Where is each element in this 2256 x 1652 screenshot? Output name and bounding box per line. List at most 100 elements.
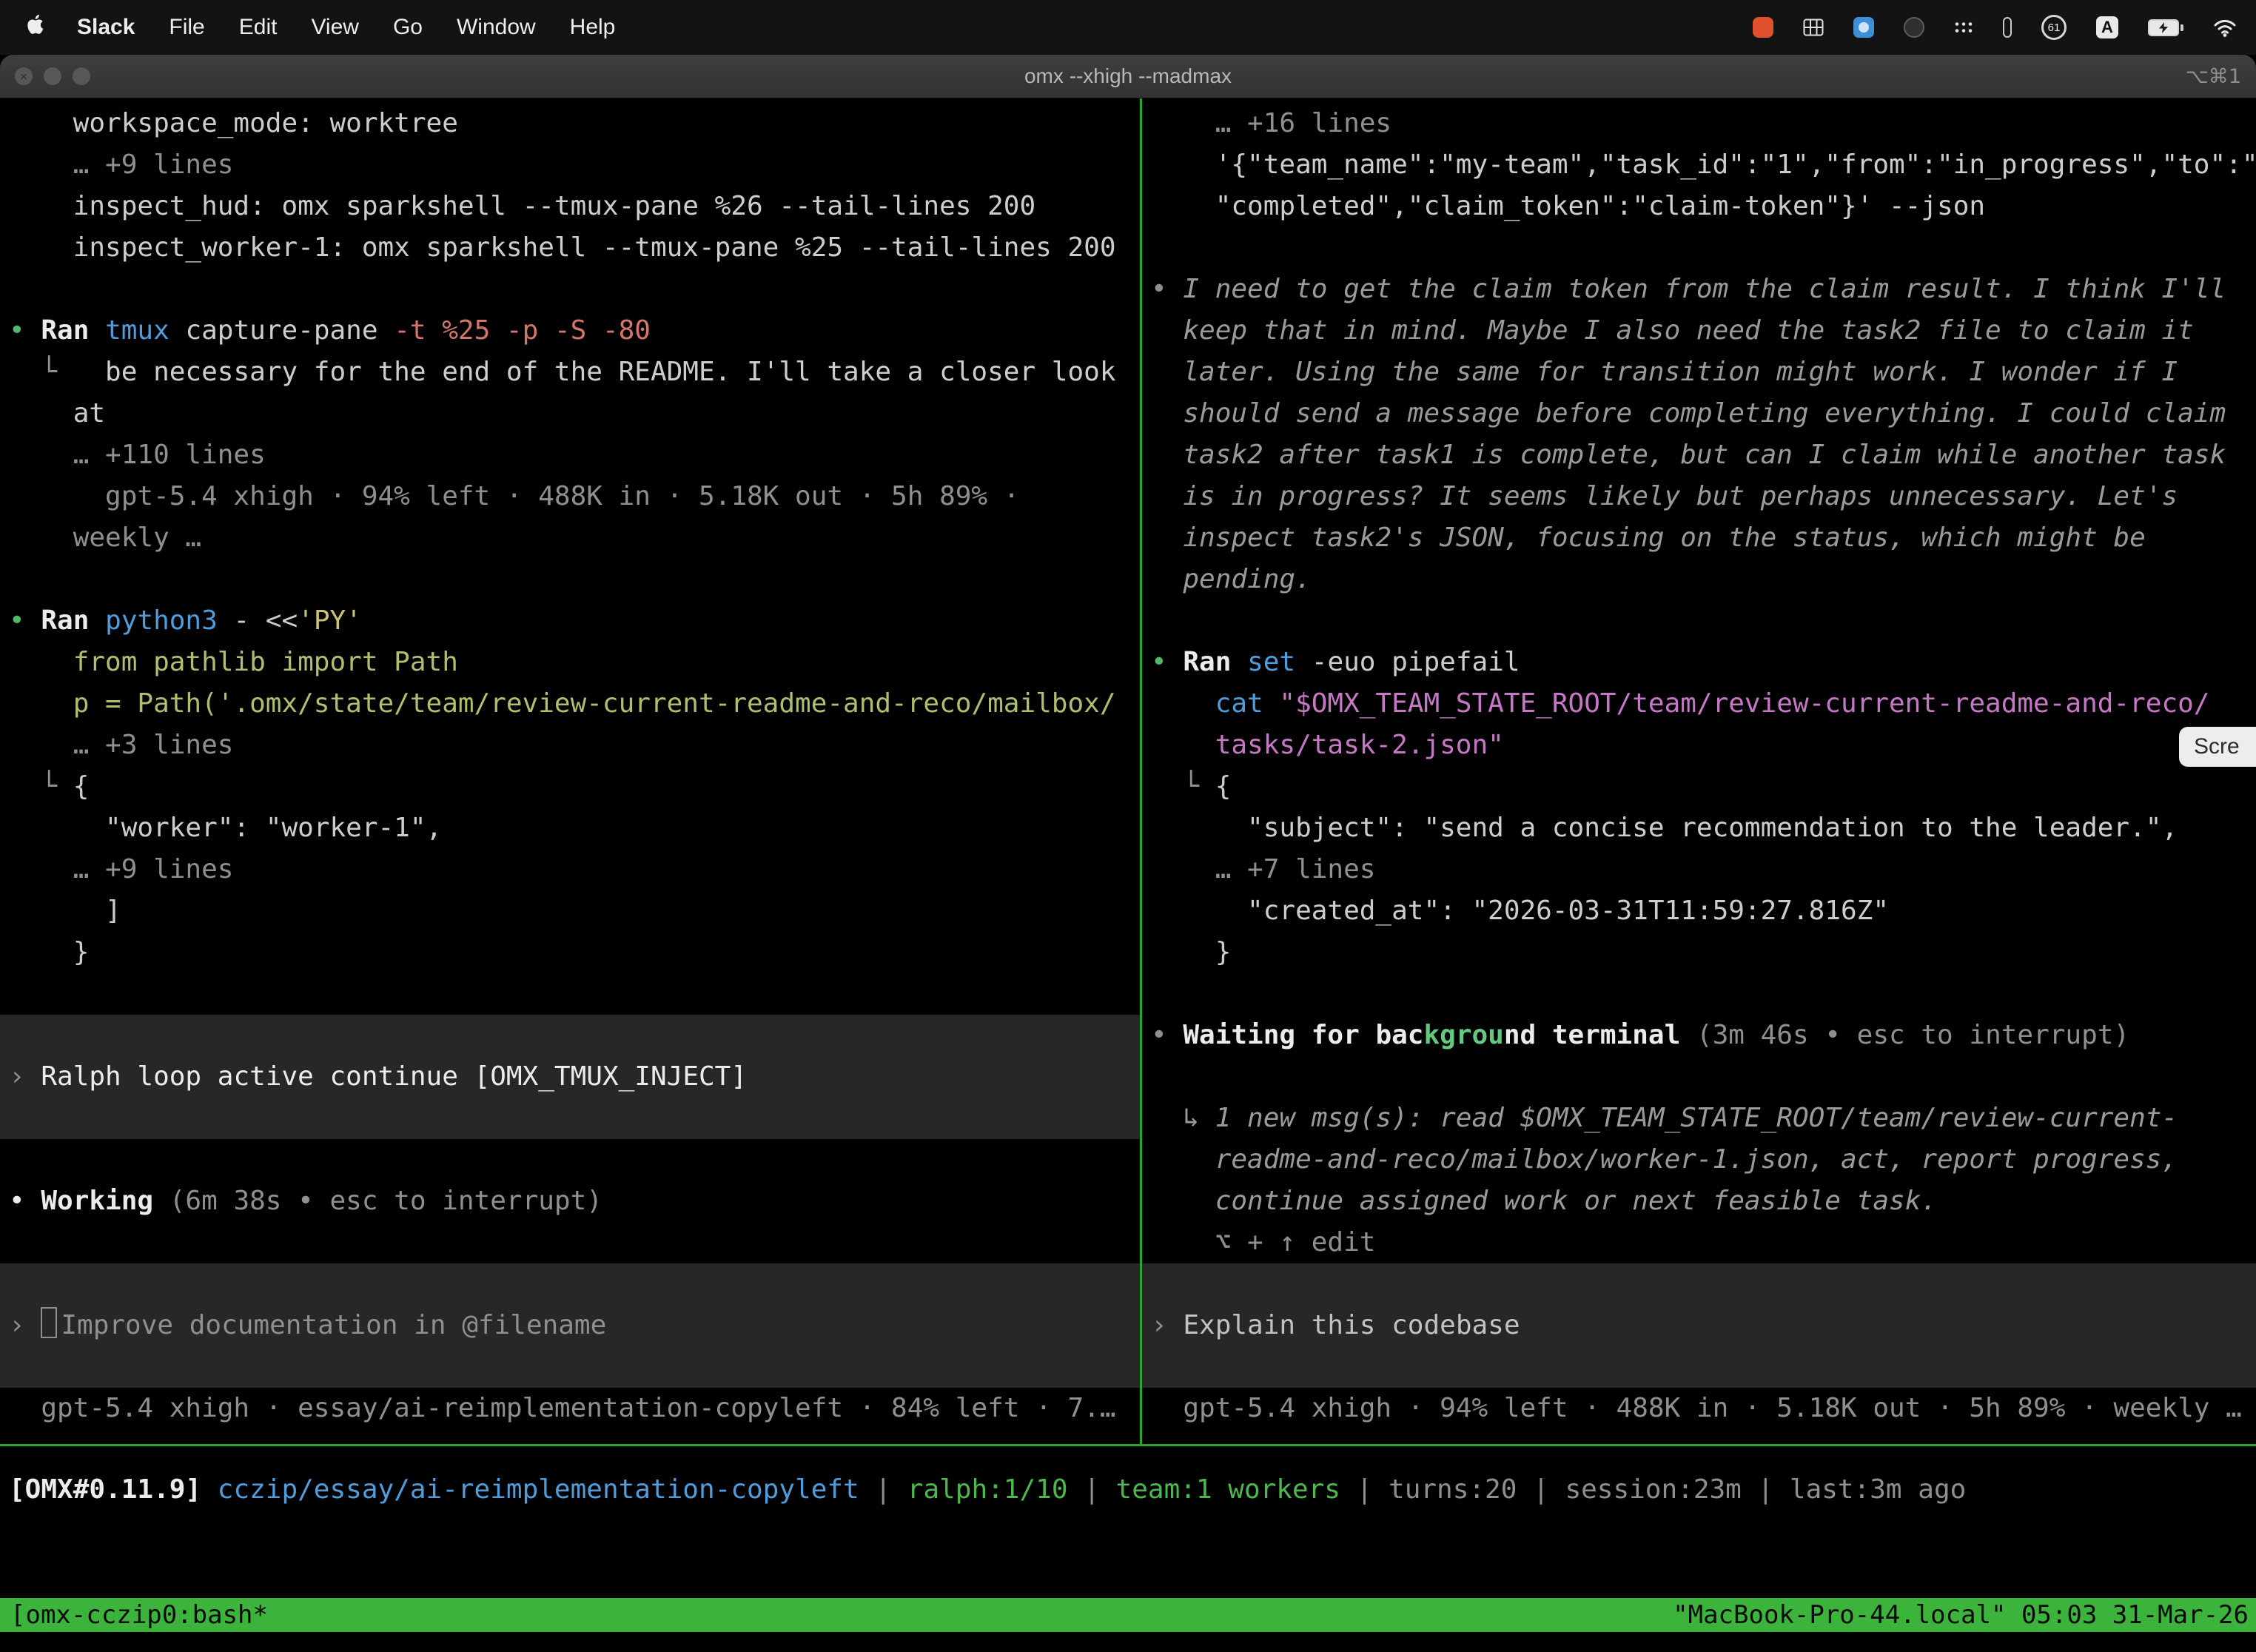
terminal-line xyxy=(0,269,1140,310)
terminal-line: inspect_hud: omx sparkshell --tmux-pane … xyxy=(0,186,1140,227)
terminal-line xyxy=(0,1098,1140,1139)
grid-icon[interactable] xyxy=(1803,19,1824,36)
composer-input[interactable]: › Improve documentation in @filename xyxy=(0,1305,1140,1346)
menu-go[interactable]: Go xyxy=(393,15,423,40)
terminal-line: … +16 lines xyxy=(1142,103,2256,144)
battery-icon[interactable] xyxy=(2148,19,2183,36)
menu-bar: Slack File Edit View Go Window Help 61 A xyxy=(0,0,2256,55)
terminal-line xyxy=(0,1139,1140,1181)
terminal-pane-right[interactable]: … +16 lines '{"team_name":"my-team","tas… xyxy=(1142,98,2256,1443)
terminal-line: • Ran set -euo pipefail xyxy=(1142,642,2256,683)
terminal-line: } xyxy=(1142,932,2256,973)
input-source-icon[interactable]: A xyxy=(2096,16,2118,38)
window-titlebar[interactable]: × omx --xhigh --madmax ⌥⌘1 xyxy=(0,55,2256,98)
terminal-line xyxy=(1142,1263,2256,1305)
terminal-line: '{"team_name":"my-team","task_id":"1","f… xyxy=(1142,144,2256,186)
composer-input[interactable]: › Explain this codebase xyxy=(1142,1305,2256,1346)
minimize-button[interactable] xyxy=(44,67,61,85)
terminal-line: └ { xyxy=(1142,766,2256,807)
terminal-line: "subject": "send a concise recommendatio… xyxy=(1142,807,2256,849)
window-title: omx --xhigh --madmax xyxy=(0,64,2256,88)
blue-app-icon[interactable] xyxy=(1853,17,1874,38)
terminal-line: "created_at": "2026-03-31T11:59:27.816Z" xyxy=(1142,890,2256,932)
terminal-line: continue assigned work or next feasible … xyxy=(1142,1181,2256,1222)
terminal-line: … +3 lines xyxy=(0,725,1140,766)
terminal-line xyxy=(1142,1346,2256,1388)
wifi-icon[interactable] xyxy=(2213,19,2237,37)
terminal-line: • Waiting for background terminal (3m 46… xyxy=(1142,1015,2256,1056)
apple-menu[interactable] xyxy=(27,13,46,41)
apple-logo-icon xyxy=(27,13,46,41)
slim-app-icon[interactable] xyxy=(2003,17,2012,38)
terminal-content: workspace_mode: worktree … +9 lines insp… xyxy=(0,98,2256,1652)
battery-gauge-value: 61 xyxy=(2048,21,2061,34)
terminal-line: gpt-5.4 xhigh · 94% left · 488K in · 5.1… xyxy=(0,476,1140,517)
terminal-line xyxy=(0,1015,1140,1056)
menu-file[interactable]: File xyxy=(169,15,204,40)
tmux-horizontal-divider[interactable] xyxy=(0,1444,2256,1446)
terminal-line: readme-and-reco/mailbox/worker-1.json, a… xyxy=(1142,1139,2256,1181)
terminal-line: "worker": "worker-1", xyxy=(0,807,1140,849)
terminal-line: inspect_worker-1: omx sparkshell --tmux-… xyxy=(0,227,1140,269)
terminal-line: … +7 lines xyxy=(1142,849,2256,890)
menu-window[interactable]: Window xyxy=(457,15,536,40)
terminal-line: • I need to get the claim token from the… xyxy=(1142,269,2256,310)
terminal-line: inspect task2's JSON, focusing on the st… xyxy=(1142,517,2256,559)
terminal-line: … +110 lines xyxy=(0,434,1140,476)
terminal-line: gpt-5.4 xhigh · 94% left · 488K in · 5.1… xyxy=(1142,1388,2256,1429)
dots-grid-icon[interactable] xyxy=(1954,21,1973,34)
terminal-line xyxy=(0,973,1140,1015)
input-source-label: A xyxy=(2101,18,2113,37)
terminal-line: later. Using the same for transition mig… xyxy=(1142,352,2256,393)
terminal-line xyxy=(0,559,1140,600)
menu-bar-status-area: 61 A xyxy=(1753,15,2256,40)
terminal-line: task2 after task1 is complete, but can I… xyxy=(1142,434,2256,476)
dark-app-icon[interactable] xyxy=(1904,17,1924,38)
terminal-line: cat "$OMX_TEAM_STATE_ROOT/team/review-cu… xyxy=(1142,683,2256,725)
menu-help[interactable]: Help xyxy=(570,15,616,40)
tmux-status-bar: [omx-cczip0:bash* "MacBook-Pro-44.local"… xyxy=(0,1598,2256,1632)
terminal-line xyxy=(0,1263,1140,1305)
traffic-lights: × xyxy=(15,67,90,85)
terminal-line: pending. xyxy=(1142,559,2256,600)
terminal-line: weekly … xyxy=(0,517,1140,559)
terminal-line: tasks/task-2.json" xyxy=(1142,725,2256,766)
terminal-line: keep that in mind. Maybe I also need the… xyxy=(1142,310,2256,352)
terminal-line xyxy=(1142,1056,2256,1098)
close-button[interactable]: × xyxy=(15,67,33,85)
omx-status-line: [OMX#0.11.9] cczip/essay/ai-reimplementa… xyxy=(0,1469,2256,1511)
window-shortcut-hint: ⌥⌘1 xyxy=(2186,65,2256,88)
ralph-loop-prompt[interactable]: › Ralph loop active continue [OMX_TMUX_I… xyxy=(0,1056,1140,1098)
terminal-line: • Ran python3 - <<'PY' xyxy=(0,600,1140,642)
terminal-line: from pathlib import Path xyxy=(0,642,1140,683)
terminal-line: } xyxy=(0,932,1140,973)
menu-slack[interactable]: Slack xyxy=(77,15,135,40)
terminal-line: workspace_mode: worktree xyxy=(0,103,1140,144)
terminal-window: × omx --xhigh --madmax ⌥⌘1 workspace_mod… xyxy=(0,55,2256,1652)
tmux-host-time: "MacBook-Pro-44.local" 05:03 31-Mar-26 xyxy=(1673,1594,2249,1636)
screen-share-overlay[interactable]: Scre xyxy=(2179,727,2256,767)
terminal-line xyxy=(1142,973,2256,1015)
terminal-line: p = Path('.omx/state/team/review-current… xyxy=(0,683,1140,725)
terminal-line xyxy=(0,1346,1140,1388)
terminal-line: should send a message before completing … xyxy=(1142,393,2256,434)
terminal-line: at xyxy=(0,393,1140,434)
zoom-button[interactable] xyxy=(73,67,90,85)
terminal-line: ] xyxy=(0,890,1140,932)
screen-recording-indicator-icon[interactable] xyxy=(1753,17,1773,38)
battery-gauge-icon[interactable]: 61 xyxy=(2041,15,2067,40)
menu-edit[interactable]: Edit xyxy=(239,15,278,40)
terminal-line xyxy=(1142,227,2256,269)
terminal-line: … +9 lines xyxy=(0,849,1140,890)
terminal-pane-left[interactable]: workspace_mode: worktree … +9 lines insp… xyxy=(0,98,1140,1443)
terminal-line: "completed","claim_token":"claim-token"}… xyxy=(1142,186,2256,227)
terminal-line: gpt-5.4 xhigh · essay/ai-reimplementatio… xyxy=(0,1388,1140,1429)
terminal-line: └ { xyxy=(0,766,1140,807)
terminal-line: ⌥ + ↑ edit xyxy=(1142,1222,2256,1263)
terminal-line: is in progress? It seems likely but perh… xyxy=(1142,476,2256,517)
terminal-line: … +9 lines xyxy=(0,144,1140,186)
terminal-line: ↳ 1 new msg(s): read $OMX_TEAM_STATE_ROO… xyxy=(1142,1098,2256,1139)
terminal-line: • Ran tmux capture-pane -t %25 -p -S -80 xyxy=(0,310,1140,352)
menu-view[interactable]: View xyxy=(311,15,358,40)
terminal-line xyxy=(1142,600,2256,642)
